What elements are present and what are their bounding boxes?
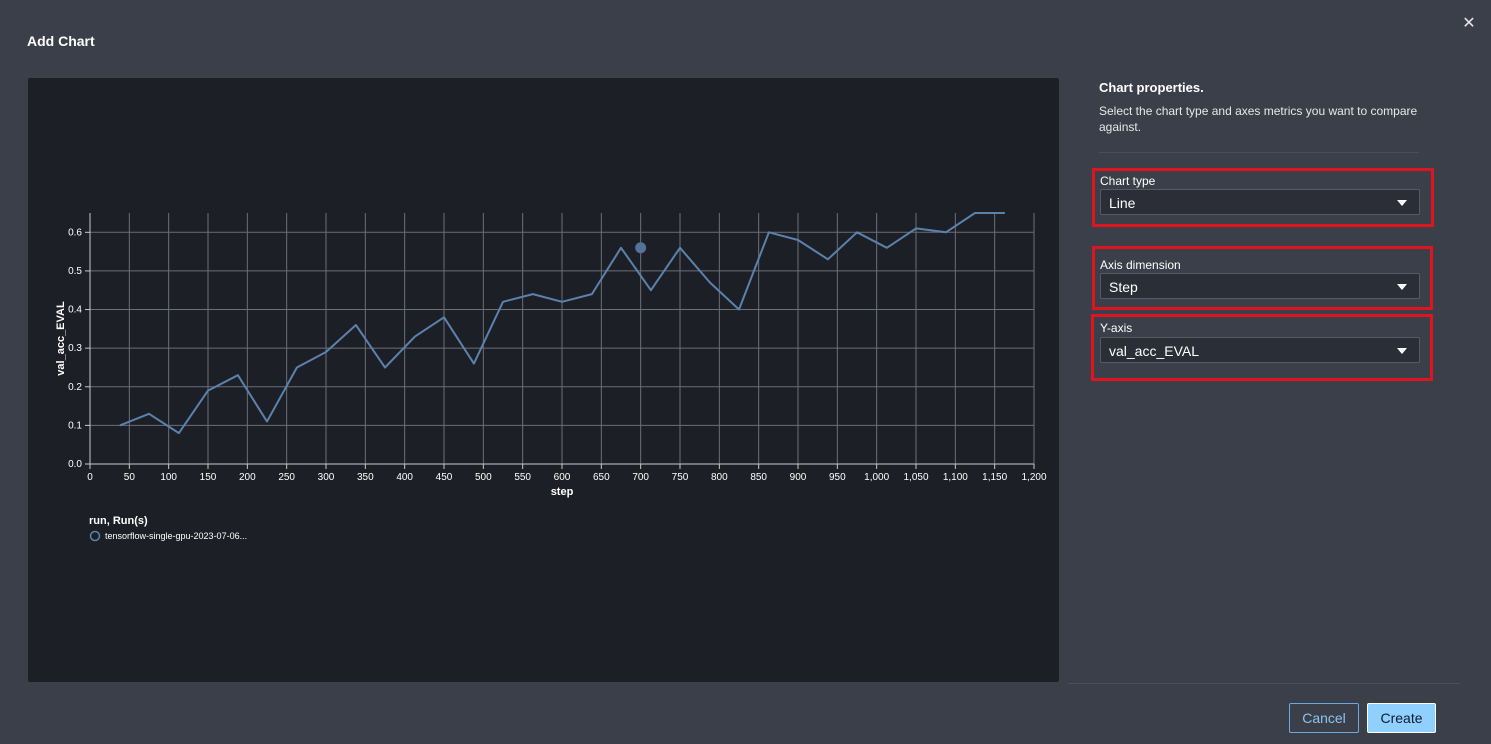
- y-tick-label: 0.5: [68, 266, 82, 277]
- y-axis-label: val_acc_EVAL: [55, 301, 67, 376]
- x-tick-label: 1,050: [903, 472, 928, 483]
- x-tick-label: 50: [124, 472, 136, 483]
- footer-divider: [1068, 683, 1460, 684]
- x-tick-label: 1,000: [864, 472, 889, 483]
- x-tick-label: 600: [554, 472, 571, 483]
- hover-point: [635, 242, 647, 254]
- x-tick-label: 800: [711, 472, 728, 483]
- y-tick-label: 0.4: [68, 305, 82, 316]
- caret-down-icon: [1397, 348, 1407, 354]
- x-tick-label: 900: [790, 472, 807, 483]
- legend-symbol: [89, 530, 101, 542]
- properties-divider: [1099, 152, 1419, 153]
- chart-properties: Chart properties. Select the chart type …: [1099, 80, 1419, 135]
- axis-dimension-value: Step: [1109, 279, 1138, 295]
- axis-dimension-label: Axis dimension: [1100, 258, 1181, 272]
- x-tick-label: 950: [829, 472, 846, 483]
- x-tick-label: 650: [593, 472, 610, 483]
- x-tick-label: 200: [239, 472, 256, 483]
- x-tick-label: 700: [632, 472, 649, 483]
- x-axis-label: step: [551, 486, 574, 498]
- y-tick-label: 0.3: [68, 343, 82, 354]
- y-tick-label: 0.2: [68, 382, 82, 393]
- chart-preview-panel: 0 50 100 150 200 250 300 350 400 450 500 550 600 650 7…: [28, 78, 1059, 682]
- chart-type-select[interactable]: Line: [1100, 189, 1420, 215]
- x-tick-label: 400: [396, 472, 413, 483]
- legend-entry: tensorflow-single-gpu-2023-07-06...: [105, 531, 247, 541]
- y-tick-label: 0.1: [68, 420, 82, 431]
- x-tick-label: 150: [200, 472, 217, 483]
- properties-heading: Chart properties.: [1099, 80, 1204, 95]
- x-tick-label: 550: [514, 472, 531, 483]
- x-tick-label: 1,200: [1021, 472, 1046, 483]
- create-button[interactable]: Create: [1367, 703, 1436, 733]
- y-axis-label: Y-axis: [1100, 321, 1133, 335]
- x-tick-label: 1,150: [982, 472, 1007, 483]
- y-tick-label: 0.6: [68, 227, 82, 238]
- caret-down-icon: [1397, 284, 1407, 290]
- x-tick-label: 850: [750, 472, 767, 483]
- x-tick-label: 0: [87, 472, 93, 483]
- chart-type-value: Line: [1109, 195, 1136, 211]
- x-tick-label: 300: [318, 472, 335, 483]
- x-tick-label: 100: [160, 472, 177, 483]
- add-chart-dialog: Add Chart ✕ 0 50 100 150 200 250 300 350 400 450 5…: [0, 0, 1491, 744]
- y-axis-select[interactable]: val_acc_EVAL: [1100, 337, 1420, 363]
- line-chart: 0 50 100 150 200 250 300 350 400 450 500 550 600 650 7…: [55, 212, 1047, 542]
- x-tick-label: 500: [475, 472, 492, 483]
- caret-down-icon: [1397, 200, 1407, 206]
- close-icon[interactable]: ✕: [1460, 14, 1478, 34]
- x-tick-label: 250: [278, 472, 295, 483]
- y-tick-label: 0.0: [68, 459, 82, 470]
- axis-dimension-select[interactable]: Step: [1100, 273, 1420, 299]
- legend-title: run, Run(s): [89, 515, 148, 527]
- x-tick-label: 750: [672, 472, 689, 483]
- dialog-title: Add Chart: [27, 33, 95, 49]
- x-tick-label: 350: [357, 472, 374, 483]
- x-tick-label: 450: [436, 472, 453, 483]
- properties-description: Select the chart type and axes metrics y…: [1099, 104, 1418, 134]
- chart-type-label: Chart type: [1100, 174, 1156, 188]
- cancel-button[interactable]: Cancel: [1289, 703, 1359, 733]
- y-axis-value: val_acc_EVAL: [1109, 343, 1200, 359]
- x-tick-label: 1,100: [943, 472, 968, 483]
